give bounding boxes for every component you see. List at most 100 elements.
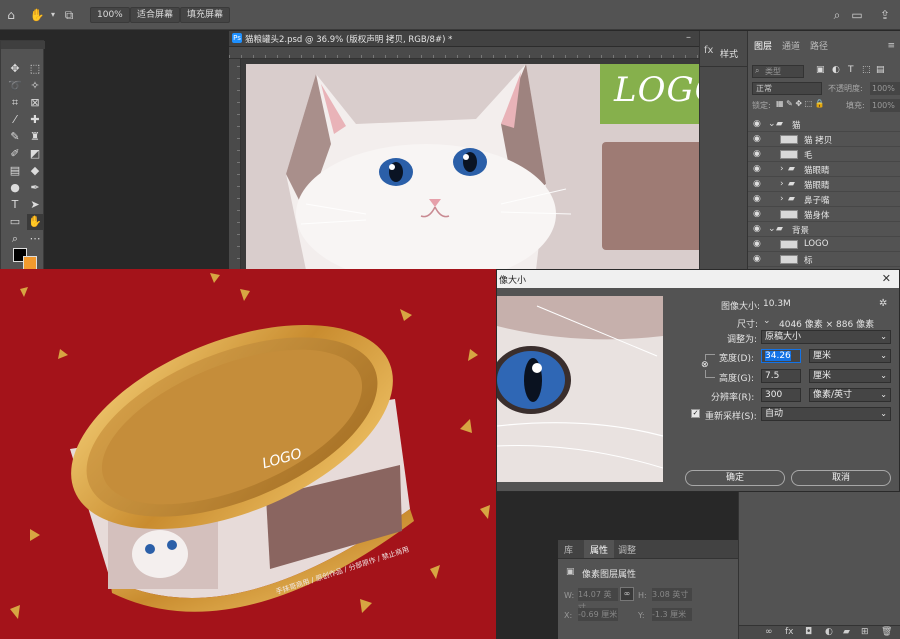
workspace-icon[interactable]: ▭ <box>848 6 866 24</box>
gear-icon[interactable]: ✲ <box>879 298 887 309</box>
toolbox-header[interactable] <box>1 41 45 49</box>
share-icon[interactable]: ⇪ <box>876 6 894 24</box>
dodge-tool-icon[interactable]: ● <box>7 180 23 196</box>
width-input[interactable]: 34.26 <box>761 349 801 363</box>
shape-tool-icon[interactable]: ▭ <box>7 214 23 230</box>
w-input[interactable]: 14.07 英寸 <box>578 588 618 612</box>
layer-row[interactable]: ◉ › ▰ 猫眼睛 <box>748 177 900 192</box>
layer-row[interactable]: ◉ ⌄ ▰ 背景 <box>748 222 900 237</box>
filter-type-icon[interactable]: T <box>848 65 854 75</box>
search-icon[interactable]: ⌕ <box>828 6 846 24</box>
filter-smart-icon[interactable]: ▤ <box>876 65 885 75</box>
eye-icon[interactable]: ◉ <box>753 134 761 144</box>
stamp-tool-icon[interactable]: ♜ <box>27 129 43 145</box>
opacity-input[interactable]: 100% <box>870 82 900 95</box>
zoom-tool-icon[interactable]: ⌕ <box>7 231 23 247</box>
fill-screen-button[interactable]: 填充屏幕 <box>180 7 231 23</box>
new-group-icon[interactable]: ▰ <box>843 627 850 637</box>
tab-paths[interactable]: 路径 <box>806 39 832 55</box>
tab-channels[interactable]: 通道 <box>778 39 804 55</box>
minimize-icon[interactable]: – <box>686 32 691 43</box>
marquee-tool-icon[interactable]: ⬚ <box>27 61 43 77</box>
close-icon[interactable]: ✕ <box>882 272 891 285</box>
new-layer-icon[interactable]: ⊞ <box>861 627 869 637</box>
gradient-tool-icon[interactable]: ▤ <box>7 163 23 179</box>
zoom-100-button[interactable]: 100% <box>90 7 130 23</box>
height-input[interactable]: 7.5 <box>761 369 801 383</box>
resample-select[interactable]: 自动 ⌄ <box>761 407 891 421</box>
fx-icon[interactable]: fx <box>785 627 794 637</box>
resolution-unit-select[interactable]: 像素/英寸 ⌄ <box>809 388 891 402</box>
chevron-right-icon[interactable]: › <box>780 194 784 204</box>
chevron-down-icon[interactable]: ⌄ <box>768 224 776 234</box>
tab-layers[interactable]: 图层 <box>750 39 777 55</box>
eyedropper-icon[interactable]: ⁄ <box>7 112 23 128</box>
width-unit-select[interactable]: 厘米 ⌄ <box>809 349 891 363</box>
filter-shape-icon[interactable]: ⬚ <box>862 65 871 75</box>
eye-icon[interactable]: ◉ <box>753 239 761 249</box>
resolution-input[interactable]: 300 <box>761 388 801 402</box>
resample-checkbox[interactable]: ✓ <box>691 409 700 418</box>
filter-adjust-icon[interactable]: ◐ <box>832 65 840 75</box>
eye-icon[interactable]: ◉ <box>753 164 761 174</box>
filter-pixel-icon[interactable]: ▣ <box>816 65 825 75</box>
pen-tool-icon[interactable]: ✒ <box>27 180 43 196</box>
h-input[interactable]: 3.08 英寸 <box>652 588 692 601</box>
crop-tool-icon[interactable]: ⌗ <box>7 95 23 111</box>
eye-icon[interactable]: ◉ <box>753 254 761 264</box>
layer-row[interactable]: ◉ 毛 <box>748 147 900 162</box>
frame-tool-icon[interactable]: ⊠ <box>27 95 43 111</box>
eye-icon[interactable]: ◉ <box>753 119 761 129</box>
layer-row[interactable]: ◉ › ▰ 鼻子嘴 <box>748 192 900 207</box>
hand-tool-icon[interactable]: ✋ <box>27 214 43 230</box>
link-icon[interactable]: ∞ <box>620 587 634 601</box>
eye-icon[interactable]: ◉ <box>753 194 761 204</box>
blur-tool-icon[interactable]: ◆ <box>27 163 43 179</box>
eye-icon[interactable]: ◉ <box>753 209 761 219</box>
layer-row[interactable]: ◉ 猫身体 <box>748 207 900 222</box>
eraser-tool-icon[interactable]: ◩ <box>27 146 43 162</box>
styles-panel-header[interactable]: fx 样式 <box>700 39 748 67</box>
more-tools-icon[interactable]: ⋯ <box>27 231 43 247</box>
trash-icon[interactable]: 🗑 <box>881 627 892 637</box>
lock-pixels-icon[interactable]: ▦ ✎ ✥ ⬚ 🔒 <box>776 99 825 108</box>
scroll-all-windows-icon[interactable]: ⧉ <box>60 6 78 24</box>
home-icon[interactable]: ⌂ <box>2 6 20 24</box>
blend-mode-select[interactable]: 正常 <box>752 82 822 95</box>
image-preview[interactable] <box>497 296 663 482</box>
layer-row[interactable]: ◉ 标 <box>748 252 900 267</box>
tab-libraries[interactable]: 库 <box>564 543 573 556</box>
eye-icon[interactable]: ◉ <box>753 224 761 234</box>
move-tool-icon[interactable]: ✥ <box>7 61 23 77</box>
panel-menu-icon[interactable]: ≡ <box>887 41 895 51</box>
magic-wand-icon[interactable]: ✧ <box>27 78 43 94</box>
healing-brush-icon[interactable]: ✚ <box>27 112 43 128</box>
eye-icon[interactable]: ◉ <box>753 149 761 159</box>
ruler-vertical[interactable] <box>229 59 241 271</box>
chevron-down-icon[interactable]: ⌄ <box>768 119 776 129</box>
dialog-titlebar[interactable]: 像大小 ✕ <box>497 270 899 288</box>
background-color-swatch[interactable] <box>23 256 37 270</box>
eye-icon[interactable]: ◉ <box>753 179 761 189</box>
chevron-right-icon[interactable]: › <box>780 164 784 174</box>
layer-filter-input[interactable]: 类型 <box>752 65 804 78</box>
fit-to-select[interactable]: 原稿大小 ⌄ <box>761 330 891 344</box>
brush-tool-icon[interactable]: ✎ <box>7 129 23 145</box>
tab-adjustments[interactable]: 调整 <box>618 543 636 556</box>
type-tool-icon[interactable]: T <box>7 197 23 213</box>
chevron-down-icon[interactable]: ⌄ <box>763 316 771 326</box>
cancel-button[interactable]: 取消 <box>791 470 891 486</box>
chevron-right-icon[interactable]: › <box>780 179 784 189</box>
fit-screen-button[interactable]: 适合屏幕 <box>130 7 181 23</box>
document-tab[interactable]: Ps 猫粮罐头2.psd @ 36.9% (版权声明 拷贝, RGB/8#) *… <box>229 31 699 47</box>
layer-row[interactable]: ◉ 猫 拷贝 <box>748 132 900 147</box>
mask-icon[interactable]: ◘ <box>805 627 812 637</box>
ruler-horizontal[interactable] <box>229 47 734 59</box>
path-select-icon[interactable]: ➤ <box>27 197 43 213</box>
lasso-tool-icon[interactable]: ➰ <box>7 78 23 94</box>
x-input[interactable]: -0.69 厘米 <box>578 608 618 621</box>
y-input[interactable]: -1.3 厘米 <box>652 608 692 621</box>
height-unit-select[interactable]: 厘米 ⌄ <box>809 369 891 383</box>
document-canvas[interactable]: LOGO <box>246 64 734 270</box>
link-icon[interactable]: ⊗ <box>701 360 709 370</box>
